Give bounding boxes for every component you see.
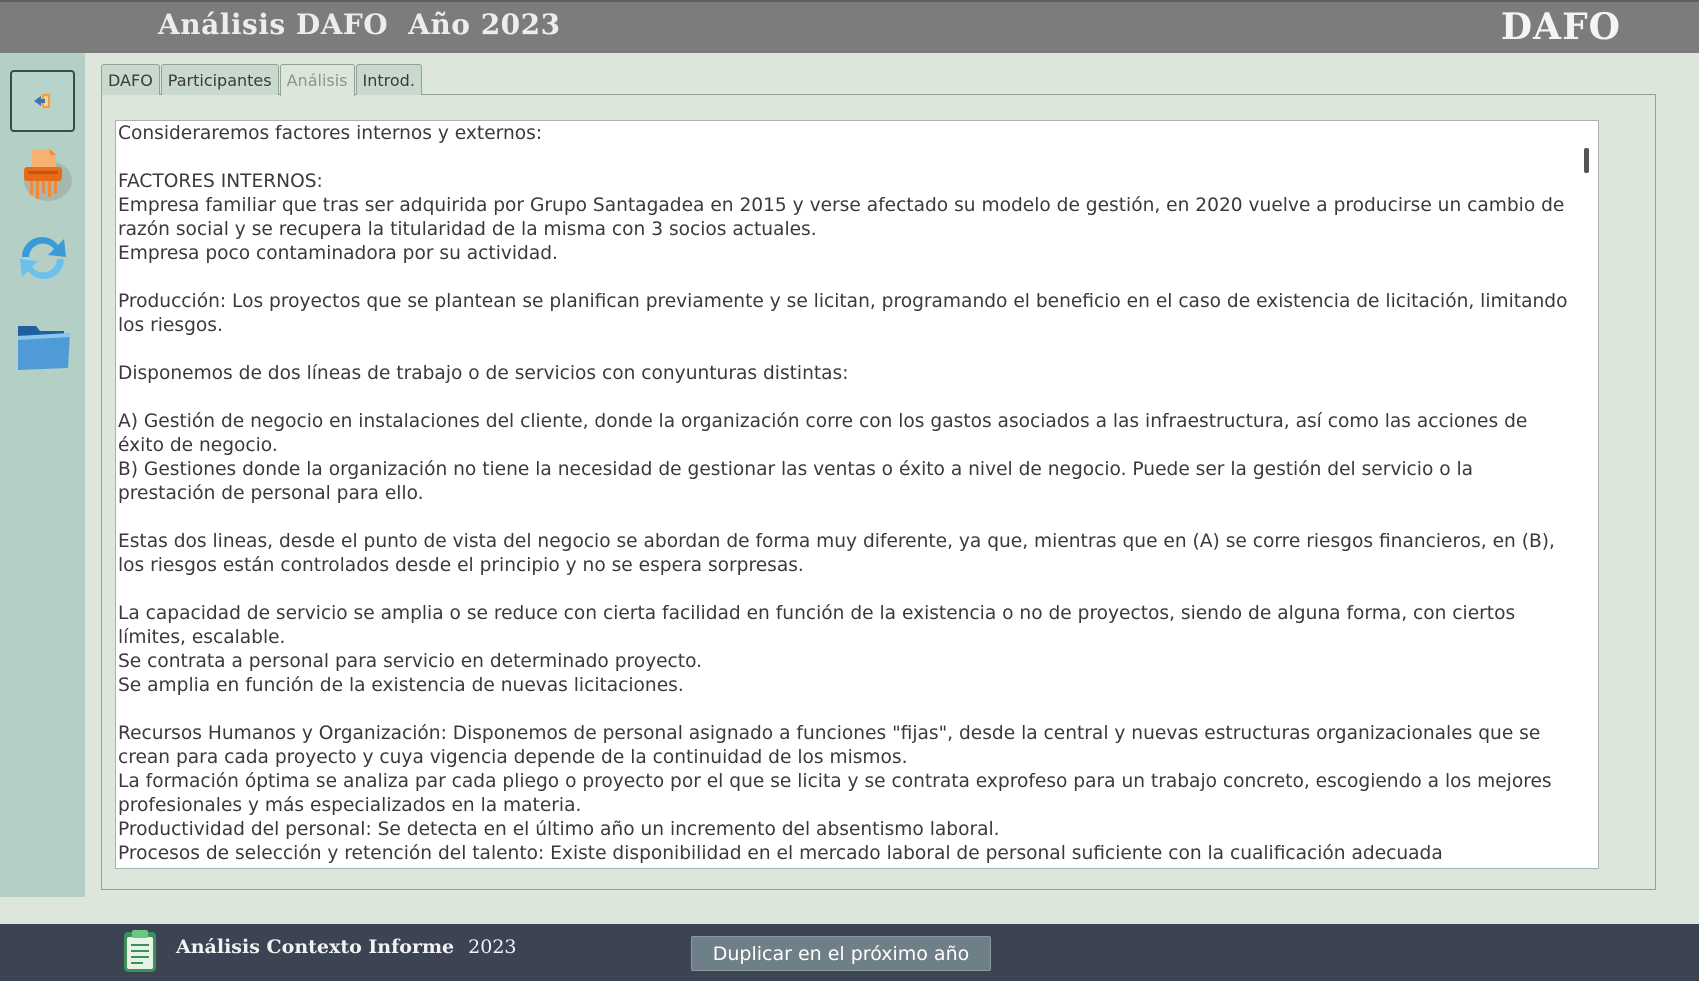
brand-label: DAFO: [1500, 6, 1621, 48]
report-label: Análisis Contexto Informe 2023: [176, 936, 517, 958]
duplicate-next-year-button[interactable]: Duplicar en el próximo año: [691, 936, 991, 971]
title-text: Análisis DAFO: [158, 8, 389, 41]
report-label-text: Análisis Contexto Informe: [176, 936, 455, 958]
refresh-icon: [19, 237, 66, 279]
refresh-button[interactable]: [10, 227, 75, 289]
shredder-button[interactable]: [10, 143, 75, 205]
tab-introd[interactable]: Introd.: [355, 64, 422, 95]
folder-icon: [17, 326, 70, 370]
tab-analisis[interactable]: Análisis: [279, 64, 355, 96]
footer-bar: Análisis Contexto Informe 2023 Duplicar e…: [0, 924, 1699, 981]
sidebar: [0, 53, 85, 897]
folder-button[interactable]: [10, 315, 75, 377]
page-title: Análisis DAFO Año 2023: [158, 8, 561, 41]
analysis-textarea[interactable]: Consideraremos factores internos y exter…: [115, 120, 1599, 869]
exit-button[interactable]: [10, 70, 75, 132]
tab-participantes[interactable]: Participantes: [160, 64, 279, 95]
title-bar: Análisis DAFO Año 2023 DAFO: [0, 0, 1699, 53]
analysis-text: Consideraremos factores internos y exter…: [118, 123, 1568, 864]
shredder-icon: [23, 149, 72, 201]
clipboard-icon: [124, 930, 156, 972]
exit-icon: [33, 94, 50, 108]
report-year: 2023: [468, 936, 517, 958]
tab-bar: DAFO Participantes Análisis Introd.: [101, 64, 423, 96]
year-label: Año 2023: [408, 8, 561, 41]
tab-dafo[interactable]: DAFO: [101, 64, 160, 95]
scrollbar-thumb[interactable]: [1584, 148, 1589, 173]
